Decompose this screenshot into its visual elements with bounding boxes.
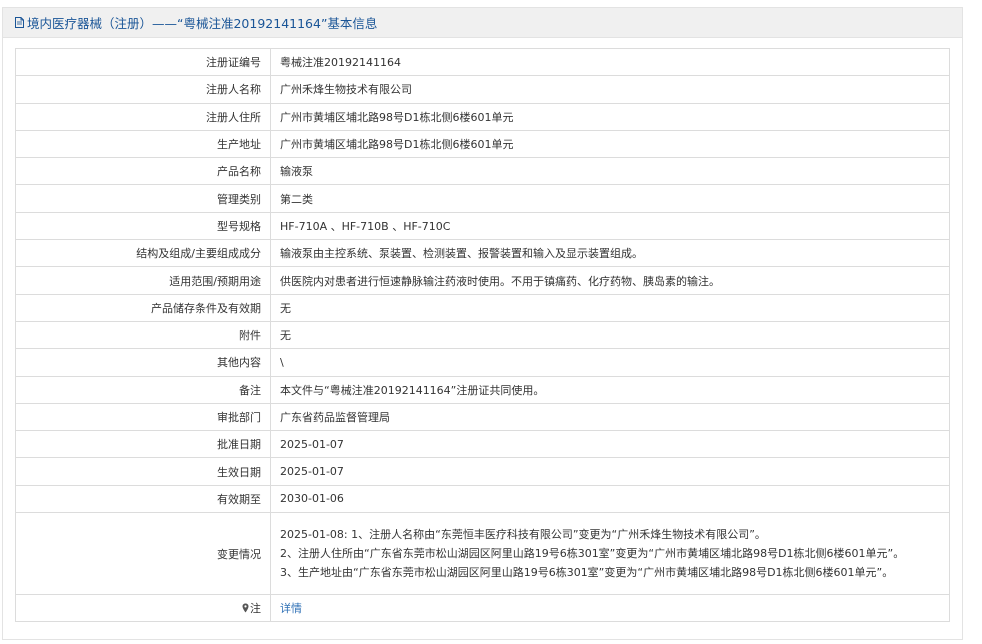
row-value: 广州禾烽生物技术有限公司 [270, 75, 950, 104]
row-label: 产品储存条件及有效期 [15, 293, 271, 322]
info-table: 注册证编号 粤械注准20192141164 注册人名称 广州禾烽生物技术有限公司 注册人… [15, 47, 950, 623]
table-row: 其他内容 \ [15, 348, 950, 377]
page-title: 境内医疗器械（注册）——“粤械注准20192141164”基本信息 [27, 16, 378, 31]
change-history-row: 变更情况 2025-01-08: 1、注册人名称由“东莞恒丰医疗科技有限公司”变更… [15, 512, 950, 596]
table-row: 产品名称 输液泵 [15, 157, 950, 186]
note-label-cell: 注 [15, 594, 271, 623]
row-label: 注册证编号 [15, 47, 271, 77]
location-pin-icon [242, 603, 249, 613]
row-label: 生效日期 [15, 457, 271, 486]
row-label: 型号规格 [15, 211, 271, 241]
change-history-value: 2025-01-08: 1、注册人名称由“东莞恒丰医疗科技有限公司”变更为“广州… [270, 512, 950, 596]
table-row: 附件无 [15, 320, 950, 350]
row-label: 注册人住所 [15, 102, 271, 131]
row-label: 有效期至 [15, 484, 271, 514]
change-history-line: 2、注册人住所由“广东省东莞市松山湖园区阿里山路19号6栋301室”变更为“广州… [280, 547, 905, 561]
row-label: 注册人名称 [15, 75, 271, 104]
change-history-label: 变更情况 [15, 512, 271, 596]
note-value-cell: 详情 [270, 594, 950, 623]
row-value: 供医院内对患者进行恒速静脉输注药液时使用。不用于镇痛药、化疗药物、胰岛素的输注。 [270, 266, 950, 295]
row-value: 粤械注准20192141164 [270, 47, 950, 77]
table-row: 管理类别 第二类 [15, 184, 950, 213]
change-history-line: 2025-01-08: 1、注册人名称由“东莞恒丰医疗科技有限公司”变更为“广州… [280, 528, 766, 542]
info-panel: 境内医疗器械（注册）——“粤械注准20192141164”基本信息 注册证编号粤… [2, 7, 963, 640]
row-label: 管理类别 [15, 184, 271, 213]
row-value: 输液泵由主控系统、泵装置、检测装置、报警装置和输入及显示装置组成。 [270, 239, 950, 268]
table-row: 注册证编号 粤械注准20192141164 [15, 47, 950, 77]
document-icon [15, 17, 24, 28]
table-row: 批准日期 2025-01-07 [15, 430, 950, 459]
row-value: 广州市黄埔区埔北路98号D1栋北侧6楼601单元 [270, 129, 950, 159]
row-value: 广东省药品监督管理局 [270, 402, 950, 432]
row-label: 生产地址 [15, 129, 271, 159]
details-link[interactable]: 详情 [280, 602, 302, 615]
row-value: 无 [270, 320, 950, 350]
row-label: 批准日期 [15, 430, 271, 459]
row-label: 备注 [15, 375, 271, 404]
table-row: 备注 本文件与“粤械注准20192141164”注册证共同使用。 [15, 375, 950, 404]
row-value: 输液泵 [270, 157, 950, 186]
row-label: 附件 [15, 320, 271, 350]
row-value: HF-710A 、HF-710B 、HF-710C [270, 211, 950, 241]
table-row: 型号规格 HF-710A 、HF-710B 、HF-710C [15, 211, 950, 241]
note-label: 注 [250, 602, 261, 616]
table-row: 适用范围/预期用途 供医院内对患者进行恒速静脉输注药液时使用。不用于镇痛药、化疗药… [15, 266, 950, 295]
row-value: 2030-01-06 [270, 484, 950, 514]
row-value: 广州市黄埔区埔北路98号D1栋北侧6楼601单元 [270, 102, 950, 131]
table-row: 结构及组成/主要组成成分 输液泵由主控系统、泵装置、检测装置、报警装置和输入及显示… [15, 239, 950, 268]
table-row: 生效日期 2025-01-07 [15, 457, 950, 486]
change-history-line: 3、生产地址由“广东省东莞市松山湖园区阿里山路19号6栋301室”变更为“广州市… [280, 566, 894, 580]
row-label: 产品名称 [15, 157, 271, 186]
row-value: 无 [270, 293, 950, 322]
panel-header: 境内医疗器械（注册）——“粤械注准20192141164”基本信息 [3, 8, 962, 38]
row-value: 本文件与“粤械注准20192141164”注册证共同使用。 [270, 375, 950, 404]
row-value: 第二类 [270, 184, 950, 213]
row-label: 适用范围/预期用途 [15, 266, 271, 295]
row-label: 结构及组成/主要组成成分 [15, 239, 271, 268]
table-row: 审批部门 广东省药品监督管理局 [15, 402, 950, 432]
table-row: 注册人住所 广州市黄埔区埔北路98号D1栋北侧6楼601单元 [15, 102, 950, 131]
table-row: 有效期至 2030-01-06 [15, 484, 950, 514]
row-label: 其他内容 [15, 348, 271, 377]
note-row: 注 详情 [15, 594, 950, 623]
row-value: 2025-01-07 [270, 457, 950, 486]
table-row: 注册人名称 广州禾烽生物技术有限公司 [15, 75, 950, 104]
table-row: 生产地址 广州市黄埔区埔北路98号D1栋北侧6楼601单元 [15, 129, 950, 159]
row-value: 2025-01-07 [270, 430, 950, 459]
table-row: 产品储存条件及有效期无 [15, 293, 950, 322]
row-label: 审批部门 [15, 402, 271, 432]
row-value: \ [270, 348, 950, 377]
